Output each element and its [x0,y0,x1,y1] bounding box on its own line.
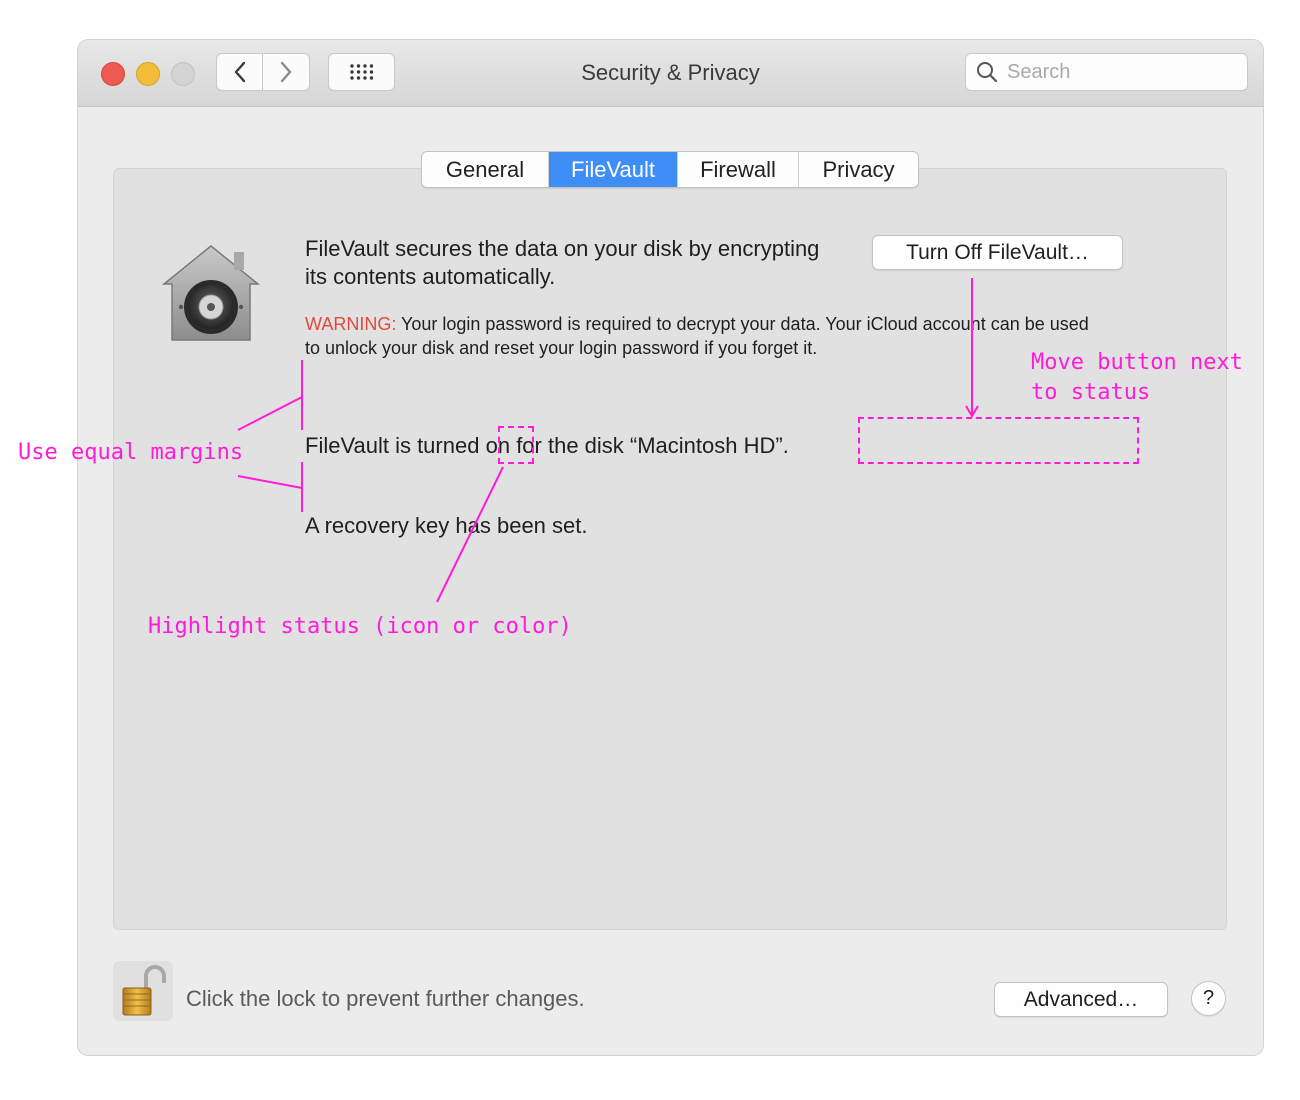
show-all-button[interactable] [328,53,395,91]
filevault-status: FileVault is turned on for the disk “Mac… [305,432,789,460]
status-suffix: for the disk “Macintosh HD”. [516,433,789,458]
title-bar: Security & Privacy [78,40,1263,107]
tab-filevault[interactable]: FileVault [549,152,678,187]
filevault-description: FileVault secures the data on your disk … [305,236,820,289]
status-prefix: FileVault is turned [305,433,480,458]
warning-label: WARNING: [305,314,397,334]
status-value: on [485,433,511,458]
close-window-button[interactable] [101,62,125,86]
lock-button[interactable] [113,961,173,1021]
forward-button[interactable] [263,53,310,91]
chevron-right-icon [280,61,292,83]
tab-privacy[interactable]: Privacy [799,152,918,187]
turn-off-filevault-button[interactable]: Turn Off FileVault… [872,235,1123,270]
grid-icon [349,64,373,80]
tab-bar: General FileVault Firewall Privacy [421,151,919,188]
lock-label: Click the lock to prevent further change… [186,986,585,1011]
search-field[interactable] [965,53,1248,91]
chevron-left-icon [234,61,245,83]
help-button[interactable]: ? [1191,981,1226,1016]
recovery-key-status: A recovery key has been set. [305,513,588,538]
warning-text: Your login password is required to decry… [305,314,1089,358]
zoom-window-button [171,62,195,86]
warning-message: WARNING: Your login password is required… [305,312,1105,360]
search-icon [977,62,998,83]
back-forward-group [216,53,312,91]
preferences-window: Security & Privacy General FileVault Fir… [78,40,1263,1055]
advanced-button[interactable]: Advanced… [994,982,1168,1017]
filevault-vault-icon [161,245,261,341]
tab-general[interactable]: General [422,152,549,187]
back-button[interactable] [216,53,263,91]
unlocked-padlock-icon [122,965,166,1016]
minimize-window-button[interactable] [136,62,160,86]
tab-firewall[interactable]: Firewall [678,152,799,187]
search-input[interactable] [1005,59,1239,85]
